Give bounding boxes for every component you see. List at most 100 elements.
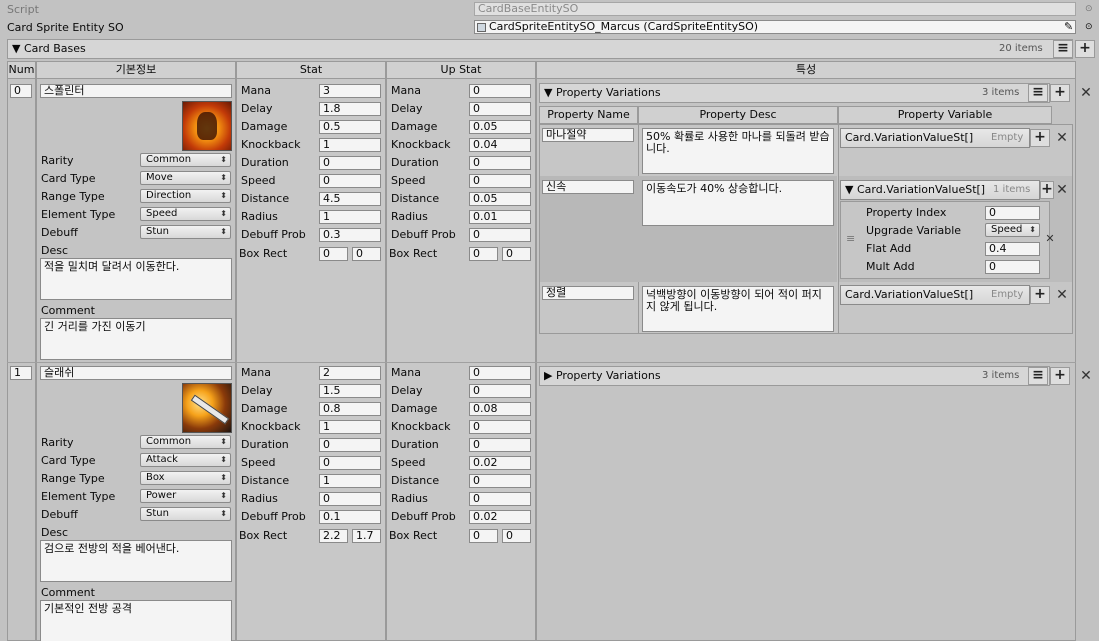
close-icon[interactable]: ✕ (1055, 288, 1069, 302)
stat-field[interactable]: 4.5 (319, 192, 381, 206)
comment-textarea[interactable]: 긴 거리를 가진 이동기 (40, 318, 232, 360)
box-rect-x-field[interactable]: 0 (469, 247, 498, 261)
stat-field[interactable]: 0 (319, 438, 381, 452)
upstat-field[interactable]: 0 (469, 174, 531, 188)
property-desc-textarea[interactable]: 넉백방향이 이동방향이 되어 적이 퍼지지 않게 됩니다. (642, 286, 834, 332)
sprite-figure (197, 112, 217, 140)
flat-add-field[interactable]: 0.4 (985, 242, 1040, 256)
num-column (7, 78, 36, 641)
card-sprite-image[interactable] (182, 383, 232, 433)
stat-field[interactable]: 1.5 (319, 384, 381, 398)
add-item-icon[interactable]: + (1050, 84, 1070, 102)
card-num-field[interactable]: 1 (10, 366, 32, 380)
stat-field[interactable]: 0 (319, 456, 381, 470)
box-rect-y-field[interactable]: 0 (502, 247, 531, 261)
desc-textarea[interactable]: 검으로 전방의 적을 베어낸다. (40, 540, 232, 582)
property-index-field[interactable]: 0 (985, 206, 1040, 220)
stat-field[interactable]: 0.5 (319, 120, 381, 134)
property-variations-header[interactable]: ▶ Property Variations (539, 366, 1050, 386)
property-name-field[interactable]: 정렬 (542, 286, 634, 300)
element-type-dropdown[interactable]: Power ⬍ (140, 489, 231, 503)
upgrade-variable-dropdown[interactable]: Speed ⬍ (985, 223, 1040, 237)
upstat-field[interactable]: 0 (469, 474, 531, 488)
upstat-field[interactable]: 0.02 (469, 510, 531, 524)
stat-field[interactable]: 2 (319, 366, 381, 380)
card-type-dropdown[interactable]: Attack ⬍ (140, 453, 231, 467)
object-picker-icon[interactable]: ⊙ (1085, 20, 1097, 34)
upstat-field[interactable]: 0 (469, 228, 531, 242)
upstat-field[interactable]: 0 (469, 102, 531, 116)
card-type-label: Card Type (41, 454, 96, 467)
stat-field[interactable]: 1 (319, 474, 381, 488)
range-type-dropdown[interactable]: Box ⬍ (140, 471, 231, 485)
close-icon[interactable]: ✕ (1079, 369, 1093, 383)
box-rect-y-field[interactable]: 0 (502, 529, 531, 543)
add-item-icon[interactable]: + (1040, 181, 1054, 199)
list-menu-icon[interactable]: ≡ (1053, 40, 1073, 58)
upstat-field[interactable]: 0 (469, 438, 531, 452)
card-type-dropdown[interactable]: Move ⬍ (140, 171, 231, 185)
upstat-field[interactable]: 0 (469, 84, 531, 98)
stat-field[interactable]: 0.1 (319, 510, 381, 524)
add-item-icon[interactable]: + (1075, 40, 1095, 58)
property-desc-textarea[interactable]: 이동속도가 40% 상승합니다. (642, 180, 834, 226)
upstat-label: Box Rect (389, 529, 438, 542)
close-icon[interactable]: ✕ (1079, 86, 1093, 100)
stat-field[interactable]: 0 (319, 492, 381, 506)
stat-field[interactable]: 1.8 (319, 102, 381, 116)
stat-field[interactable]: 0.3 (319, 228, 381, 242)
edit-pencil-icon[interactable]: ✎ (1064, 20, 1076, 34)
close-icon[interactable]: ✕ (1055, 131, 1069, 145)
property-name-field[interactable]: 마나절약 (542, 128, 634, 142)
upstat-field[interactable]: 0 (469, 156, 531, 170)
stat-field[interactable]: 1 (319, 420, 381, 434)
desc-textarea[interactable]: 적을 밀치며 달려서 이동한다. (40, 258, 232, 300)
box-rect-y-field[interactable]: 0 (352, 247, 381, 261)
box-rect-x-field[interactable]: 2.2 (319, 529, 348, 543)
add-item-icon[interactable]: + (1030, 129, 1050, 147)
upstat-field[interactable]: 0.01 (469, 210, 531, 224)
comment-textarea[interactable]: 기본적인 전방 공격 (40, 600, 232, 641)
card-num-field[interactable]: 0 (10, 84, 32, 98)
stat-field[interactable]: 0 (319, 156, 381, 170)
property-variations-header[interactable]: ▼ Property Variations (539, 83, 1050, 103)
card-sprite-image[interactable] (182, 101, 232, 151)
upstat-field[interactable]: 0 (469, 366, 531, 380)
card-bases-header[interactable]: ▼ Card Bases (7, 39, 1073, 59)
upstat-field[interactable]: 0.05 (469, 192, 531, 206)
add-item-icon[interactable]: + (1030, 286, 1050, 304)
upstat-field[interactable]: 0 (469, 384, 531, 398)
upstat-field[interactable]: 0 (469, 420, 531, 434)
upstat-field[interactable]: 0.04 (469, 138, 531, 152)
element-type-dropdown[interactable]: Speed ⬍ (140, 207, 231, 221)
debuff-dropdown[interactable]: Stun ⬍ (140, 225, 231, 239)
list-menu-icon[interactable]: ≡ (1028, 84, 1048, 102)
box-rect-x-field[interactable]: 0 (319, 247, 348, 261)
list-menu-icon[interactable]: ≡ (1028, 367, 1048, 385)
rarity-dropdown[interactable]: Common ⬍ (140, 435, 231, 449)
box-rect-y-field[interactable]: 1.7 (352, 529, 381, 543)
stat-field[interactable]: 0.8 (319, 402, 381, 416)
debuff-dropdown[interactable]: Stun ⬍ (140, 507, 231, 521)
upstat-field[interactable]: 0.05 (469, 120, 531, 134)
property-desc-textarea[interactable]: 50% 확률로 사용한 마나를 되돌려 받습니다. (642, 128, 834, 174)
remove-element-icon[interactable]: ✕ (1043, 232, 1057, 246)
range-type-dropdown[interactable]: Direction ⬍ (140, 189, 231, 203)
upstat-field[interactable]: 0 (469, 492, 531, 506)
stat-field[interactable]: 1 (319, 210, 381, 224)
card-name-field[interactable]: 스폴린터 (40, 84, 232, 98)
add-item-icon[interactable]: + (1050, 367, 1070, 385)
sprite-entity-field[interactable]: CardSpriteEntitySO_Marcus (CardSpriteEnt… (474, 20, 1076, 34)
stat-field[interactable]: 3 (319, 84, 381, 98)
upstat-field[interactable]: 0.08 (469, 402, 531, 416)
property-name-field[interactable]: 신속 (542, 180, 634, 194)
rarity-dropdown[interactable]: Common ⬍ (140, 153, 231, 167)
stat-field[interactable]: 1 (319, 138, 381, 152)
stat-field[interactable]: 0 (319, 174, 381, 188)
upstat-field[interactable]: 0.02 (469, 456, 531, 470)
close-icon[interactable]: ✕ (1055, 183, 1069, 197)
mult-add-field[interactable]: 0 (985, 260, 1040, 274)
drag-handle-icon[interactable]: ≡ (846, 233, 862, 245)
card-name-field[interactable]: 슬래쉬 (40, 366, 232, 380)
box-rect-x-field[interactable]: 0 (469, 529, 498, 543)
